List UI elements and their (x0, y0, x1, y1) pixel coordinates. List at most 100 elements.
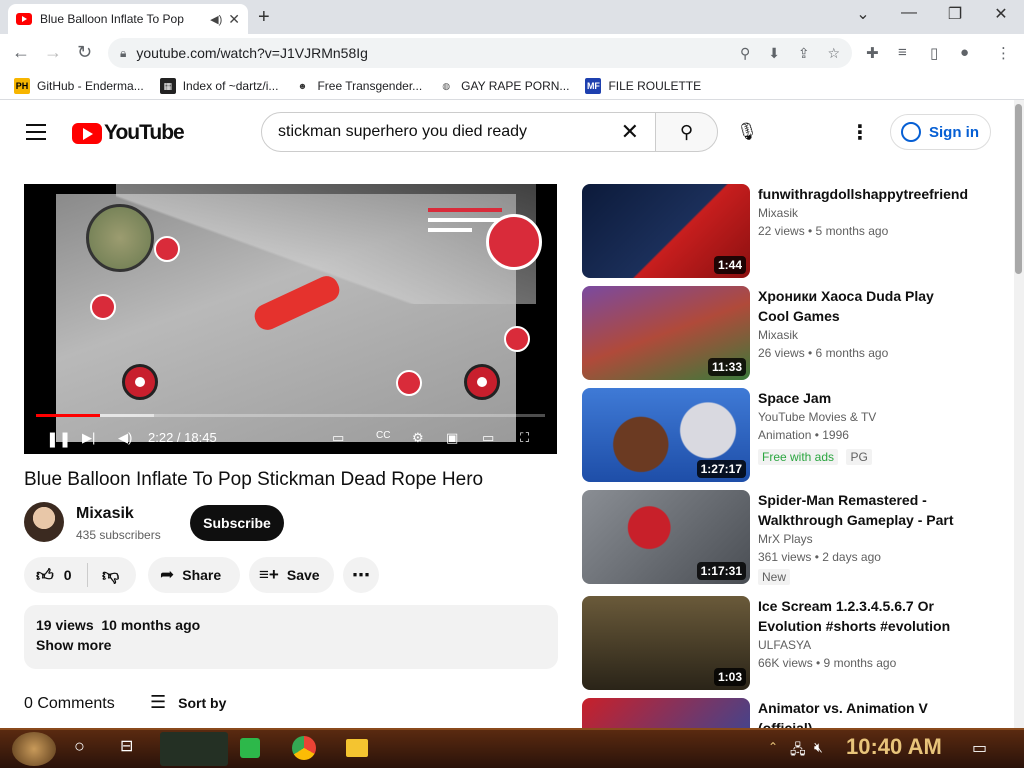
reload-icon[interactable]: ↻ (77, 42, 92, 63)
description-box[interactable]: 19 views 10 months ago Show more (24, 605, 558, 669)
video-thumbnail[interactable]: 1:27:17 (582, 388, 750, 482)
new-tab-button[interactable]: + (258, 6, 270, 29)
video-player[interactable]: ❚❚ ▶| ◀) 2:22 / 18:45 ▭ CC ⚙ ▣ ▭ ⛶ (24, 184, 557, 454)
recommendation-title[interactable]: Ice Scream 1.2.3.4.5.6.7 Or Evolution #s… (758, 596, 968, 636)
install-icon[interactable]: ⬇ (768, 45, 780, 61)
address-bar[interactable]: 🔒︎ youtube.com/watch?v=J1VJRMn58Ig ⚲ ⬇ ⇪… (108, 38, 852, 68)
share-icon[interactable]: ⇪ (798, 45, 810, 61)
voice-search-button[interactable]: 🎙︎ (730, 114, 764, 150)
recommendation-channel[interactable]: YouTube Movies & TV (758, 408, 968, 426)
search-icon[interactable]: ⚲ (740, 45, 750, 61)
search-button[interactable]: ⚲ (655, 112, 718, 152)
minimize-button[interactable]: — (886, 4, 932, 22)
recommendation-item[interactable]: 1:17:31 Spider-Man Remastered - Walkthro… (582, 490, 1002, 585)
recommendation-item[interactable]: 11:33 Хроники Хаоса Duda Play Cool Games… (582, 286, 1002, 380)
volume-muted-icon[interactable]: 🔇︎ (814, 739, 823, 756)
fullscreen-icon[interactable]: ⛶ (520, 430, 529, 446)
youtube-logo[interactable]: YouTube (72, 121, 185, 145)
theater-mode-icon[interactable]: ▭ (482, 430, 494, 446)
subscribe-button[interactable]: Subscribe (190, 505, 284, 541)
recommendation-item[interactable]: 1:03 Ice Scream 1.2.3.4.5.6.7 Or Evoluti… (582, 596, 1002, 690)
captions-icon[interactable]: CC (376, 430, 390, 441)
bookmark-index-dartz[interactable]: ▦ Index of ~dartz/i... (159, 77, 278, 94)
new-badge: New (758, 569, 791, 585)
video-thumbnail[interactable]: 11:33 (582, 286, 750, 380)
start-button-icon[interactable] (12, 732, 56, 766)
tray-chevron-icon[interactable]: ⌃ (768, 740, 778, 754)
duration-badge: 1:17:31 (696, 562, 746, 580)
lock-icon[interactable]: 🔒︎ (120, 46, 126, 61)
bookmark-free-transgender[interactable]: ☻ Free Transgender... (294, 78, 422, 94)
recommendation-item[interactable]: Animator vs. Animation V (official) (582, 698, 1002, 728)
player-controls: ❚❚ ▶| ◀) 2:22 / 18:45 ▭ CC ⚙ ▣ ▭ ⛶ (24, 422, 557, 454)
side-panel-icon[interactable]: ▯ (930, 44, 938, 62)
recommendation-channel[interactable]: Mixasik (758, 204, 968, 222)
restore-button[interactable]: ❐ (932, 4, 978, 24)
speaker-icon[interactable]: ◀) (210, 13, 222, 26)
recommendation-item[interactable]: 1:27:17 Space Jam YouTube Movies & TV An… (582, 388, 1002, 482)
video-thumbnail[interactable]: 1:17:31 (582, 490, 750, 584)
profile-icon[interactable]: ● (960, 44, 969, 61)
settings-gear-icon[interactable]: ⚙ (412, 430, 424, 446)
recommendation-channel[interactable]: ULFASYA (758, 636, 968, 654)
browser-tab[interactable]: Blue Balloon Inflate To Pop ◀) ✕ (8, 4, 248, 34)
microphone-icon: 🎙︎ (736, 122, 758, 141)
like-button[interactable]: 👍︎ 0 (24, 563, 88, 587)
recommendation-item[interactable]: 1:44 funwithragdollshappytreefriends Mix… (582, 184, 1002, 278)
close-window-button[interactable]: ✕ (978, 4, 1024, 24)
search-circle-icon[interactable]: ○ (74, 736, 85, 757)
channel-avatar[interactable] (24, 502, 64, 542)
bookmark-star-icon[interactable]: ☆ (827, 45, 840, 61)
save-button[interactable]: ≡+ Save (249, 557, 334, 593)
network-icon[interactable]: 🖧︎ (790, 739, 806, 763)
hamburger-menu-icon[interactable] (26, 124, 46, 140)
chrome-menu-icon[interactable]: ⋮ (996, 44, 1011, 62)
scrollbar-thumb[interactable] (1015, 104, 1022, 274)
recommendation-title[interactable]: Хроники Хаоса Duda Play Cool Games (758, 286, 968, 326)
extensions-icon[interactable]: ✚ (866, 44, 879, 62)
notes-app-icon[interactable] (240, 738, 260, 758)
bookmark-github[interactable]: PH GitHub - Enderma... (14, 77, 144, 94)
search-box[interactable]: ✕ (261, 112, 656, 152)
video-thumbnail[interactable]: 1:03 (582, 596, 750, 690)
close-tab-icon[interactable]: ✕ (228, 11, 240, 28)
next-icon[interactable]: ▶| (82, 430, 95, 446)
settings-more-icon[interactable]: ⋮ (850, 120, 870, 145)
recommendation-title[interactable]: Space Jam (758, 388, 968, 408)
sort-by-button[interactable]: ☰ Sort by (150, 692, 226, 713)
tab-search-icon[interactable]: ⌄ (840, 4, 886, 24)
more-actions-button[interactable]: ⋯ (343, 557, 379, 593)
sign-in-button[interactable]: Sign in (890, 114, 991, 150)
globe-icon: ◍ (442, 80, 451, 91)
autoplay-toggle-icon[interactable]: ▭ (332, 430, 344, 446)
progress-played[interactable] (36, 414, 100, 417)
volume-icon[interactable]: ◀) (118, 430, 132, 446)
bookmark-file-roulette[interactable]: MF FILE ROULETTE (585, 77, 701, 94)
bookmark-globe[interactable]: ◍ GAY RAPE PORN... (438, 78, 569, 94)
media-control-icon[interactable]: ≡ (898, 44, 907, 61)
recommendation-title[interactable]: Animator vs. Animation V (official) (758, 698, 968, 728)
taskbar-clock[interactable]: 10:40 AM (846, 734, 942, 760)
search-input[interactable] (278, 123, 621, 141)
taskbar-app-slot[interactable] (160, 732, 228, 766)
chrome-icon[interactable] (292, 736, 316, 760)
recommendation-channel[interactable]: MrX Plays (758, 530, 968, 548)
forward-arrow-icon[interactable]: → (44, 42, 62, 63)
dislike-button[interactable]: 👎︎ (88, 565, 119, 586)
back-arrow-icon[interactable]: ← (12, 42, 30, 63)
pause-icon[interactable]: ❚❚ (46, 430, 71, 448)
clear-search-icon[interactable]: ✕ (621, 119, 639, 145)
file-explorer-icon[interactable] (346, 739, 368, 757)
channel-name[interactable]: Mixasik (76, 505, 134, 523)
task-view-icon[interactable]: ⊟ (120, 736, 133, 756)
url-text[interactable]: youtube.com/watch?v=J1VJRMn58Ig (136, 45, 726, 61)
recommendation-title[interactable]: funwithragdollshappytreefriends (758, 184, 968, 204)
video-thumbnail[interactable] (582, 698, 750, 728)
recommendation-channel[interactable]: Mixasik (758, 326, 968, 344)
show-more-link[interactable]: Show more (36, 637, 546, 653)
notifications-icon[interactable]: ▭ (972, 738, 987, 758)
recommendation-title[interactable]: Spider-Man Remastered - Walkthrough Game… (758, 490, 968, 530)
share-button[interactable]: ➦ Share (148, 557, 240, 593)
video-thumbnail[interactable]: 1:44 (582, 184, 750, 278)
miniplayer-icon[interactable]: ▣ (446, 430, 458, 446)
